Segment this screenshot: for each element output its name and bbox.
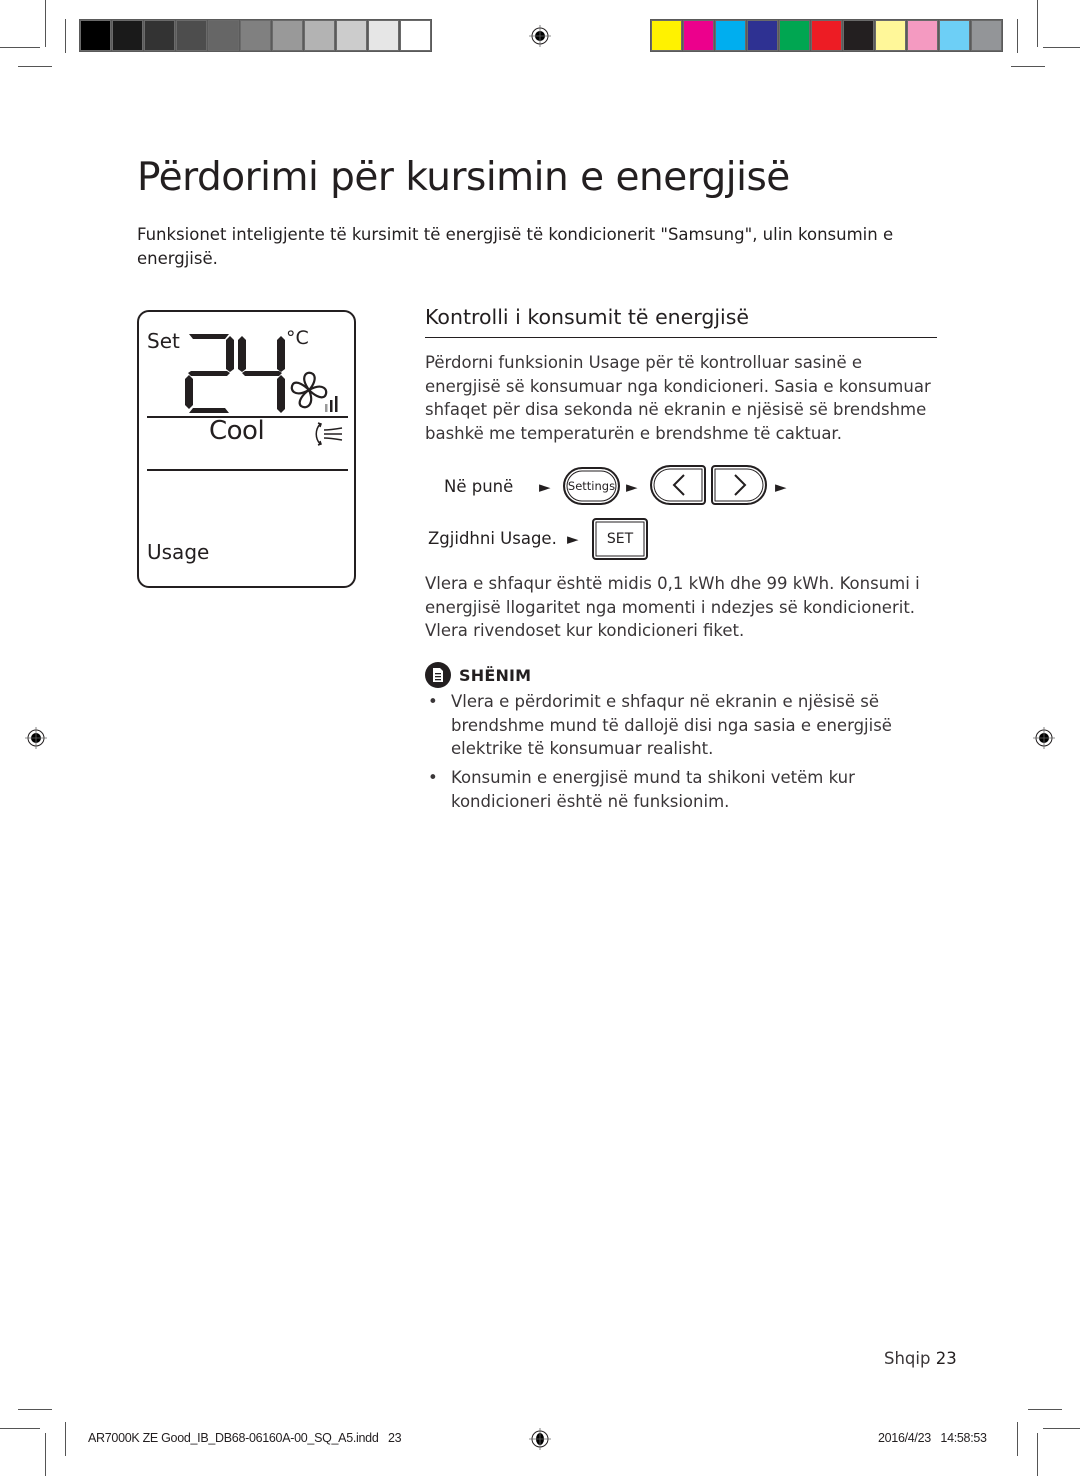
note-bullet-text: Vlera e përdorimit e shfaqur në ekranin …	[451, 692, 892, 758]
registration-mark-icon	[1033, 727, 1055, 749]
crop-mark	[45, 0, 46, 47]
page-title: Përdorimi për kursimin e energjisë	[137, 155, 790, 200]
color-swatch	[176, 20, 207, 51]
crop-mark	[45, 1433, 46, 1476]
crop-mark	[65, 1422, 66, 1456]
color-swatch	[939, 20, 970, 51]
section-divider	[425, 337, 937, 338]
color-swatch	[779, 20, 810, 51]
grayscale-color-bar	[79, 19, 432, 52]
lcd-display-illustration: Set °C Cool Usage	[137, 310, 356, 588]
lcd-mode-label: Cool	[209, 416, 265, 446]
color-swatch	[272, 20, 303, 51]
set-button-label: SET	[606, 531, 634, 547]
intro-paragraph: Funksionet inteligjente të kursimit të e…	[137, 225, 894, 268]
crop-mark	[1011, 66, 1045, 67]
color-swatch	[875, 20, 906, 51]
color-swatch	[240, 20, 271, 51]
slug-datetime: 2016/4/23 14:58:53	[878, 1431, 987, 1445]
crop-mark	[1028, 1409, 1062, 1410]
crop-mark	[1017, 19, 1018, 53]
left-button[interactable]	[650, 465, 706, 505]
color-swatch	[80, 20, 111, 51]
color-swatch	[907, 20, 938, 51]
crop-mark	[1037, 1433, 1038, 1476]
lcd-divider	[147, 469, 348, 471]
registration-mark-icon	[529, 1428, 551, 1450]
color-swatch	[747, 20, 778, 51]
color-swatch	[843, 20, 874, 51]
step-select-usage-label: Zgjidhni Usage.	[428, 529, 557, 548]
color-swatch	[304, 20, 335, 51]
crop-mark	[18, 1409, 52, 1410]
section-title: Kontrolli i konsumit të energjisë	[425, 305, 750, 329]
settings-button-label: Settings	[567, 479, 616, 493]
chevron-right-icon	[734, 474, 747, 496]
arrow-right-icon: ►	[775, 478, 787, 496]
footer-language: Shqip	[884, 1349, 931, 1368]
color-swatch	[971, 20, 1002, 51]
color-swatch	[144, 20, 175, 51]
lcd-temperature-digits	[185, 334, 285, 413]
lcd-function-label: Usage	[147, 540, 210, 564]
crop-mark	[1043, 1428, 1080, 1429]
color-swatch	[400, 20, 431, 51]
arrow-right-icon: ►	[539, 478, 551, 496]
usage-range-description: Vlera e shfaqur është midis 0,1 kWh dhe …	[425, 574, 920, 640]
step-in-operation-label: Në punë	[444, 477, 514, 496]
page-footer: Shqip 23	[884, 1349, 957, 1368]
slug-filename: AR7000K ZE Good_IB_DB68-06160A-00_SQ_A5.…	[88, 1431, 402, 1445]
crop-mark	[1043, 47, 1080, 48]
chevron-left-icon	[672, 474, 685, 496]
note-document-icon	[425, 662, 451, 688]
cmyk-color-bar	[650, 19, 1003, 52]
color-swatch	[368, 20, 399, 51]
bullet-icon: •	[428, 768, 438, 787]
note-bullet-text: Konsumin e energjisë mund ta shikoni vet…	[451, 768, 855, 811]
color-swatch	[208, 20, 239, 51]
lcd-unit-label: °C	[286, 327, 309, 349]
crop-mark	[0, 1428, 40, 1429]
set-button[interactable]: SET	[592, 518, 648, 560]
color-swatch	[683, 20, 714, 51]
right-button[interactable]	[711, 465, 767, 505]
bullet-icon: •	[428, 692, 438, 711]
color-swatch	[651, 20, 682, 51]
note-label: SHËNIM	[459, 665, 532, 685]
arrow-right-icon: ►	[567, 530, 579, 548]
note-header: SHËNIM	[425, 662, 531, 688]
color-swatch	[715, 20, 746, 51]
page-number: 23	[935, 1349, 957, 1368]
registration-mark-icon	[529, 25, 551, 47]
color-swatch	[336, 20, 367, 51]
settings-button[interactable]: Settings	[563, 467, 620, 505]
usage-description: Përdorni funksionin Usage për të kontrol…	[425, 353, 931, 443]
crop-mark	[0, 47, 40, 48]
lcd-set-label: Set	[147, 329, 180, 353]
crop-mark	[1017, 1422, 1018, 1456]
registration-mark-icon	[25, 727, 47, 749]
crop-mark	[18, 66, 52, 67]
note-bullet-item: • Konsumin e energjisë mund ta shikoni v…	[428, 766, 908, 813]
color-swatch	[112, 20, 143, 51]
note-bullet-item: • Vlera e përdorimit e shfaqur në ekrani…	[428, 690, 908, 761]
arrow-right-icon: ►	[626, 478, 638, 496]
color-swatch	[811, 20, 842, 51]
crop-mark	[65, 19, 66, 53]
crop-mark	[1037, 0, 1038, 47]
fan-icon	[290, 371, 338, 412]
airflow-swing-icon	[315, 422, 343, 446]
